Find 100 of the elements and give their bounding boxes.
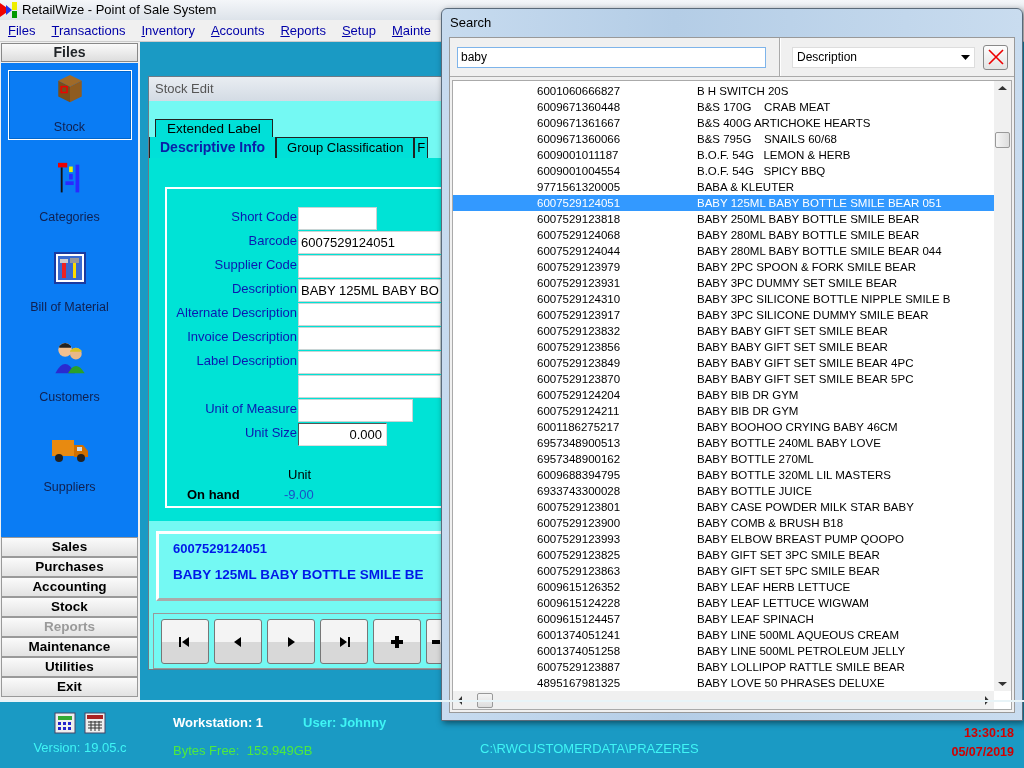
table-cell-text: BABY BOTTLE 240ML BABY LOVE — [697, 436, 881, 451]
result-row[interactable]: 4895167981325 BABY LOVE 50 PHRASES DELUXE — [453, 675, 995, 691]
table-cell-text: BABY 280ML BABY BOTTLE SMILE BEAR — [697, 228, 920, 243]
table-cell-text: BABY 2PC SPOON & FORK SMILE BEAR — [697, 260, 916, 275]
table-cell-text: BABY GIFT SET 5PC SMILE BEAR — [697, 564, 880, 579]
table-cell-text: 6009671360448 — [536, 100, 622, 115]
summary-description: BABY 125ML BABY BOTTLE SMILE BE — [173, 565, 425, 584]
table-cell-text: 6007529124068 — [536, 228, 622, 243]
table-cell-text: 6007529124204 — [536, 388, 622, 403]
table-cell-text: BABY LINE 500ML AQUEOUS CREAM — [697, 628, 899, 643]
table-cell-text: 6001060666827 — [536, 84, 622, 99]
field-label: Unit Size — [243, 424, 298, 442]
table-cell-text: 6007529124310 — [536, 292, 622, 307]
result-row[interactable]: 6009671360448 B&S 170G CRAB MEAT — [453, 99, 995, 115]
table-cell-text: BABY 3PC DUMMY SET SMILE BEAR — [697, 276, 898, 291]
result-row[interactable]: 6001374051241 BABY LINE 500ML AQUEOUS CREAM — [453, 627, 995, 643]
sidebar-header[interactable]: Files — [1, 43, 138, 62]
result-row[interactable]: 6957348900513 BABY BOTTLE 240ML BABY LOVE — [453, 435, 995, 451]
table-cell-text: 6007529124051 — [536, 196, 622, 211]
clock-time: 13:30:18 — [962, 725, 1014, 742]
section-button[interactable]: Sales — [1, 537, 138, 557]
table-cell-text: BABY LEAF LETTUCE WIGWAM — [697, 596, 869, 611]
result-row[interactable]: 6009688394795 BABY BOTTLE 320ML LIL MASTERS — [453, 467, 995, 483]
result-row[interactable]: 6007529123863 BABY GIFT SET 5PC SMILE BEAR — [453, 563, 995, 579]
menu-item[interactable]: Mainte — [383, 20, 439, 41]
section-button[interactable]: Purchases — [1, 557, 138, 577]
section-button[interactable]: Accounting — [1, 577, 138, 597]
table-cell-text: BABY BIB DR GYM — [697, 388, 799, 403]
menu-item[interactable]: Files — [0, 20, 44, 41]
result-row[interactable]: 6009001004554 B.O.F. 54G SPICY BBQ — [453, 163, 995, 179]
result-row[interactable]: 6957348900162 BABY BOTTLE 270ML — [453, 451, 995, 467]
table-cell-text: BABY 3PC SILICONE BOTTLE NIPPLE SMILE B — [697, 292, 951, 307]
result-row[interactable]: 6007529123825 BABY GIFT SET 3PC SMILE BEAR — [453, 547, 995, 563]
result-row[interactable]: 6007529124310 BABY 3PC SILICONE BOTTLE NIPPLE SMILE B — [453, 291, 995, 307]
result-row[interactable]: 6007529123931 BABY 3PC DUMMY SET SMILE BEAR — [453, 275, 995, 291]
result-row[interactable]: 6007529123849 BABY BABY GIFT SET SMILE BEAR 4PC — [453, 355, 995, 371]
result-row[interactable]: 6007529124044 BABY 280ML BABY BOTTLE SMILE BEAR 044 — [453, 243, 995, 259]
table-cell-text: 6009688394795 — [536, 468, 622, 483]
result-row[interactable]: 6007529124211 BABY BIB DR GYM — [453, 403, 995, 419]
table-cell-text: BABY BOTTLE 320ML LIL MASTERS — [697, 468, 891, 483]
result-row[interactable]: 6007529123979 BABY 2PC SPOON & FORK SMILE BEAR — [453, 259, 995, 275]
table-cell-text: 4895167981325 — [536, 676, 622, 691]
table-cell-text: BABY COMB & BRUSH B18 — [697, 516, 844, 531]
section-button[interactable]: Maintenance — [1, 637, 138, 657]
input-field[interactable]: BABY 125ML BABY BO — [298, 279, 441, 302]
table-cell-text: BABY BABY GIFT SET SMILE BEAR 4PC — [697, 356, 914, 371]
result-row[interactable]: 6009671361667 B&S 400G ARTICHOKE HEARTS — [453, 115, 995, 131]
on-hand-value: -9.00 — [284, 485, 314, 504]
result-row[interactable]: 6933743300028 BABY BOTTLE JUICE — [453, 483, 995, 499]
tab[interactable]: Descriptive Info — [149, 137, 277, 158]
table-cell-text: 6007529123931 — [536, 276, 622, 291]
table-cell-text: 6007529123887 — [536, 660, 622, 675]
result-row[interactable]: 6007529123887 BABY LOLLIPOP RATTLE SMILE BEAR — [453, 659, 995, 675]
menu-item[interactable]: Setup — [333, 20, 384, 41]
menu-item[interactable]: Inventory — [133, 20, 203, 41]
menu-item[interactable]: Reports — [272, 20, 334, 41]
result-row[interactable]: 6007529123801 BABY CASE POWDER MILK STAR BABY — [453, 499, 995, 515]
result-row[interactable]: 6009615124228 BABY LEAF LETTUCE WIGWAM — [453, 595, 995, 611]
tab[interactable]: F — [414, 137, 429, 158]
table-cell-text: 6007529123818 — [536, 212, 622, 227]
result-row[interactable]: 6007529124204 BABY BIB DR GYM — [453, 387, 995, 403]
result-row[interactable]: 6007529123917 BABY 3PC SILICONE DUMMY SMILE BEAR — [453, 307, 995, 323]
table-cell-text: BABY CASE POWDER MILK STAR BABY — [697, 500, 914, 515]
sidebar-item[interactable]: Categories — [7, 160, 132, 230]
data-path: C:\RWCUSTOMERDATA\PRAZERES — [480, 739, 699, 758]
tab[interactable]: Extended Label — [155, 119, 273, 137]
sidebar-item[interactable]: Suppliers — [7, 430, 132, 500]
sidebar-item[interactable]: Bill of Material — [7, 250, 132, 320]
result-row[interactable]: 6001060666827 B H SWITCH 20S — [453, 83, 995, 99]
result-row[interactable]: 6009615124457 BABY LEAF SPINACH — [453, 611, 995, 627]
field-dropdown[interactable]: Description — [792, 46, 975, 68]
result-row[interactable]: 6001374051258 BABY LINE 500ML PETROLEUM JELLY — [453, 643, 995, 659]
tab[interactable]: Group Classification — [276, 137, 415, 158]
table-cell-text: BABY 3PC SILICONE DUMMY SMILE BEAR — [697, 308, 929, 323]
result-row[interactable]: 9771561320005 BABA & KLEUTER — [453, 179, 995, 195]
result-row[interactable]: 6007529123993 BABY ELBOW BREAST PUMP QOOPO — [453, 531, 995, 547]
section-button[interactable]: Utilities — [1, 657, 138, 677]
result-row[interactable]: 6007529123870 BABY BABY GIFT SET SMILE BEAR 5PC — [453, 371, 995, 387]
field-label: Supplier Code — [213, 256, 298, 274]
input-field[interactable]: 6007529124051 — [298, 231, 441, 254]
search-field[interactable]: baby — [457, 46, 766, 68]
result-row[interactable]: 6009001011187 B.O.F. 54G LEMON & HERB — [453, 147, 995, 163]
result-row[interactable]: 6007529123900 BABY COMB & BRUSH B18 — [453, 515, 995, 531]
result-row[interactable]: 6007529123832 BABY BABY GIFT SET SMILE BEAR — [453, 323, 995, 339]
sidebar-item[interactable]: Customers — [7, 340, 132, 410]
field-label: Short Code — [230, 208, 298, 226]
table-cell-text: 6009671360066 — [536, 132, 622, 147]
result-row[interactable]: 6007529123856 BABY BABY GIFT SET SMILE BEAR — [453, 339, 995, 355]
section-button[interactable]: Exit — [1, 677, 138, 697]
input-field[interactable]: 0.000 — [298, 423, 387, 446]
sidebar-item[interactable]: Stock — [7, 70, 132, 140]
menu-item[interactable]: Transactions — [43, 20, 134, 41]
table-cell-text: B&S 400G ARTICHOKE HEARTS — [697, 116, 871, 131]
menu-item[interactable]: Accounts — [202, 20, 273, 41]
result-row[interactable]: 6007529123818 BABY 250ML BABY BOTTLE SMILE BEAR — [453, 211, 995, 227]
result-row[interactable]: 6001186275217 BABY BOOHOO CRYING BABY 46CM — [453, 419, 995, 435]
section-button[interactable]: Stock — [1, 597, 138, 617]
result-row[interactable]: 6009615126352 BABY LEAF HERB LETTUCE — [453, 579, 995, 595]
result-row[interactable]: 6009671360066 B&S 795G SNAILS 60/68 — [453, 131, 995, 147]
result-row[interactable]: 6007529124068 BABY 280ML BABY BOTTLE SMILE BEAR — [453, 227, 995, 243]
